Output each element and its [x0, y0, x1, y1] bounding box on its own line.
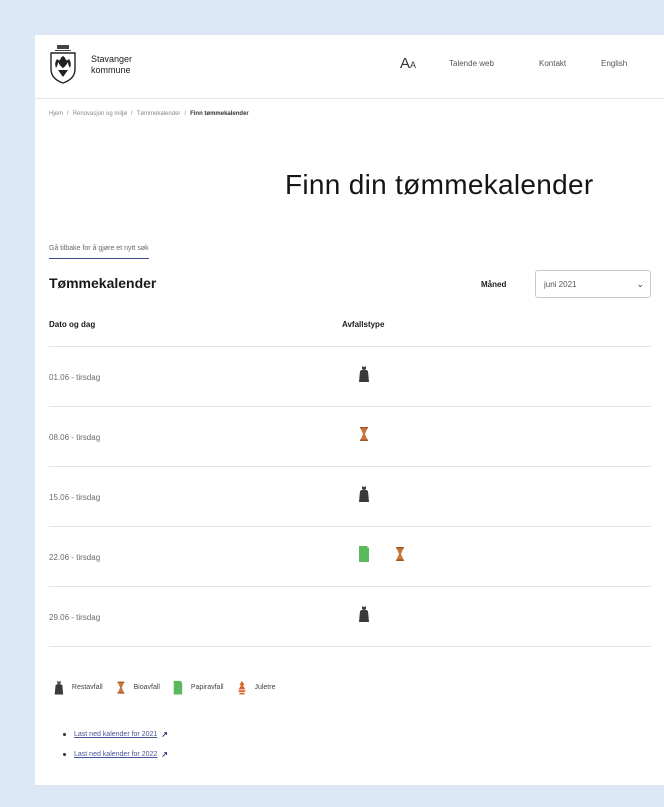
month-select-value: juni 2021: [544, 280, 577, 289]
bioavfall-icon: [360, 427, 368, 441]
legend-label: Juletre: [254, 684, 276, 692]
column-header-waste-type: Avfallstype: [342, 320, 385, 329]
bioavfall-icon: [396, 547, 404, 561]
list-item: Last ned kalender for 2022 ↗: [63, 750, 168, 759]
download-2021-link[interactable]: Last ned kalender for 2021: [74, 731, 157, 738]
text-size-glyph-large: A: [400, 55, 411, 72]
restavfall-icon: [54, 680, 64, 695]
legend-item: Juletre: [236, 680, 276, 695]
table-row: 08.06 - tirsdag: [49, 407, 651, 467]
text-size-button[interactable]: AA: [400, 55, 416, 72]
breadcrumb-item-current: Finn tømmekalender: [190, 111, 249, 117]
external-link-icon: ↗: [161, 750, 168, 759]
papiravfall-icon: [359, 546, 369, 562]
legend-item: Bioavfall: [115, 680, 160, 695]
column-header-date: Dato og dag: [49, 320, 96, 329]
row-date: 15.06 - tirsdag: [49, 493, 101, 502]
page: Stavanger kommune AA Talende web Kontakt…: [35, 35, 664, 785]
legend-label: Restavfall: [71, 684, 103, 692]
month-select[interactable]: juni 2021 ⌄: [535, 270, 651, 298]
download-2022-link[interactable]: Last ned kalender for 2022: [74, 751, 157, 758]
legend-item: Restavfall: [53, 680, 103, 695]
row-date: 29.06 - tirsdag: [49, 613, 101, 622]
breadcrumb-item-renovasjon[interactable]: Renovasjon og miljø: [73, 111, 127, 117]
brand-line-2: kommune: [91, 65, 131, 75]
row-waste-icons: [357, 425, 371, 443]
row-waste-icons: [357, 485, 371, 503]
row-date: 01.06 - tirsdag: [49, 373, 101, 382]
row-waste-icons: [357, 545, 407, 563]
table-row: 01.06 - tirsdag: [49, 347, 651, 407]
row-date: 08.06 - tirsdag: [49, 433, 101, 442]
site-header: Stavanger kommune AA Talende web Kontakt…: [35, 35, 664, 99]
table-row: 29.06 - tirsdag: [49, 587, 651, 647]
bioavfall-icon: [117, 681, 124, 694]
page-title: Finn din tømmekalender: [285, 169, 594, 200]
row-waste-icons: [357, 365, 371, 383]
row-waste-icons: [357, 605, 371, 623]
legend-label: Papiravfall: [190, 684, 224, 692]
legend-item: Papiravfall: [172, 680, 224, 695]
legend-label: Bioavfall: [133, 684, 160, 692]
calendar-heading: Tømmekalender: [49, 275, 157, 291]
juletre-icon: [238, 680, 245, 695]
row-date: 22.06 - tirsdag: [49, 553, 101, 562]
restavfall-icon: [359, 486, 369, 502]
restavfall-icon: [359, 366, 369, 382]
nav-talende-web[interactable]: Talende web: [449, 59, 494, 68]
stavanger-coat-of-arms-logo[interactable]: [49, 41, 77, 85]
table-row: 22.06 - tirsdag: [49, 527, 651, 587]
breadcrumb: Hjem / Renovasjon og miljø / Tømmekalender / F…: [49, 111, 249, 117]
month-label: Måned: [481, 280, 507, 289]
text-size-glyph-small: A: [410, 60, 417, 70]
breadcrumb-item-tommekalender[interactable]: Tømmekalender: [137, 111, 181, 117]
chevron-down-icon: ⌄: [636, 279, 644, 289]
breadcrumb-item-hjem[interactable]: Hjem: [49, 111, 63, 117]
download-list: Last ned kalender for 2021 ↗ Last ned ka…: [63, 730, 168, 770]
brand-line-1: Stavanger: [91, 54, 133, 64]
waste-type-legend: Restavfall Bioavfall Papiravfall Juletre: [53, 680, 287, 695]
papiravfall-icon: [173, 680, 183, 695]
brand-name[interactable]: Stavanger kommune: [91, 54, 132, 76]
table-row: 15.06 - tirsdag: [49, 467, 651, 527]
nav-english[interactable]: English: [601, 59, 627, 68]
list-item: Last ned kalender for 2021 ↗: [63, 730, 168, 739]
restavfall-icon: [359, 606, 369, 622]
external-link-icon: ↗: [161, 730, 168, 739]
nav-kontakt[interactable]: Kontakt: [539, 59, 566, 68]
back-to-search-link[interactable]: Gå tilbake for å gjøre et nytt søk: [49, 245, 149, 259]
